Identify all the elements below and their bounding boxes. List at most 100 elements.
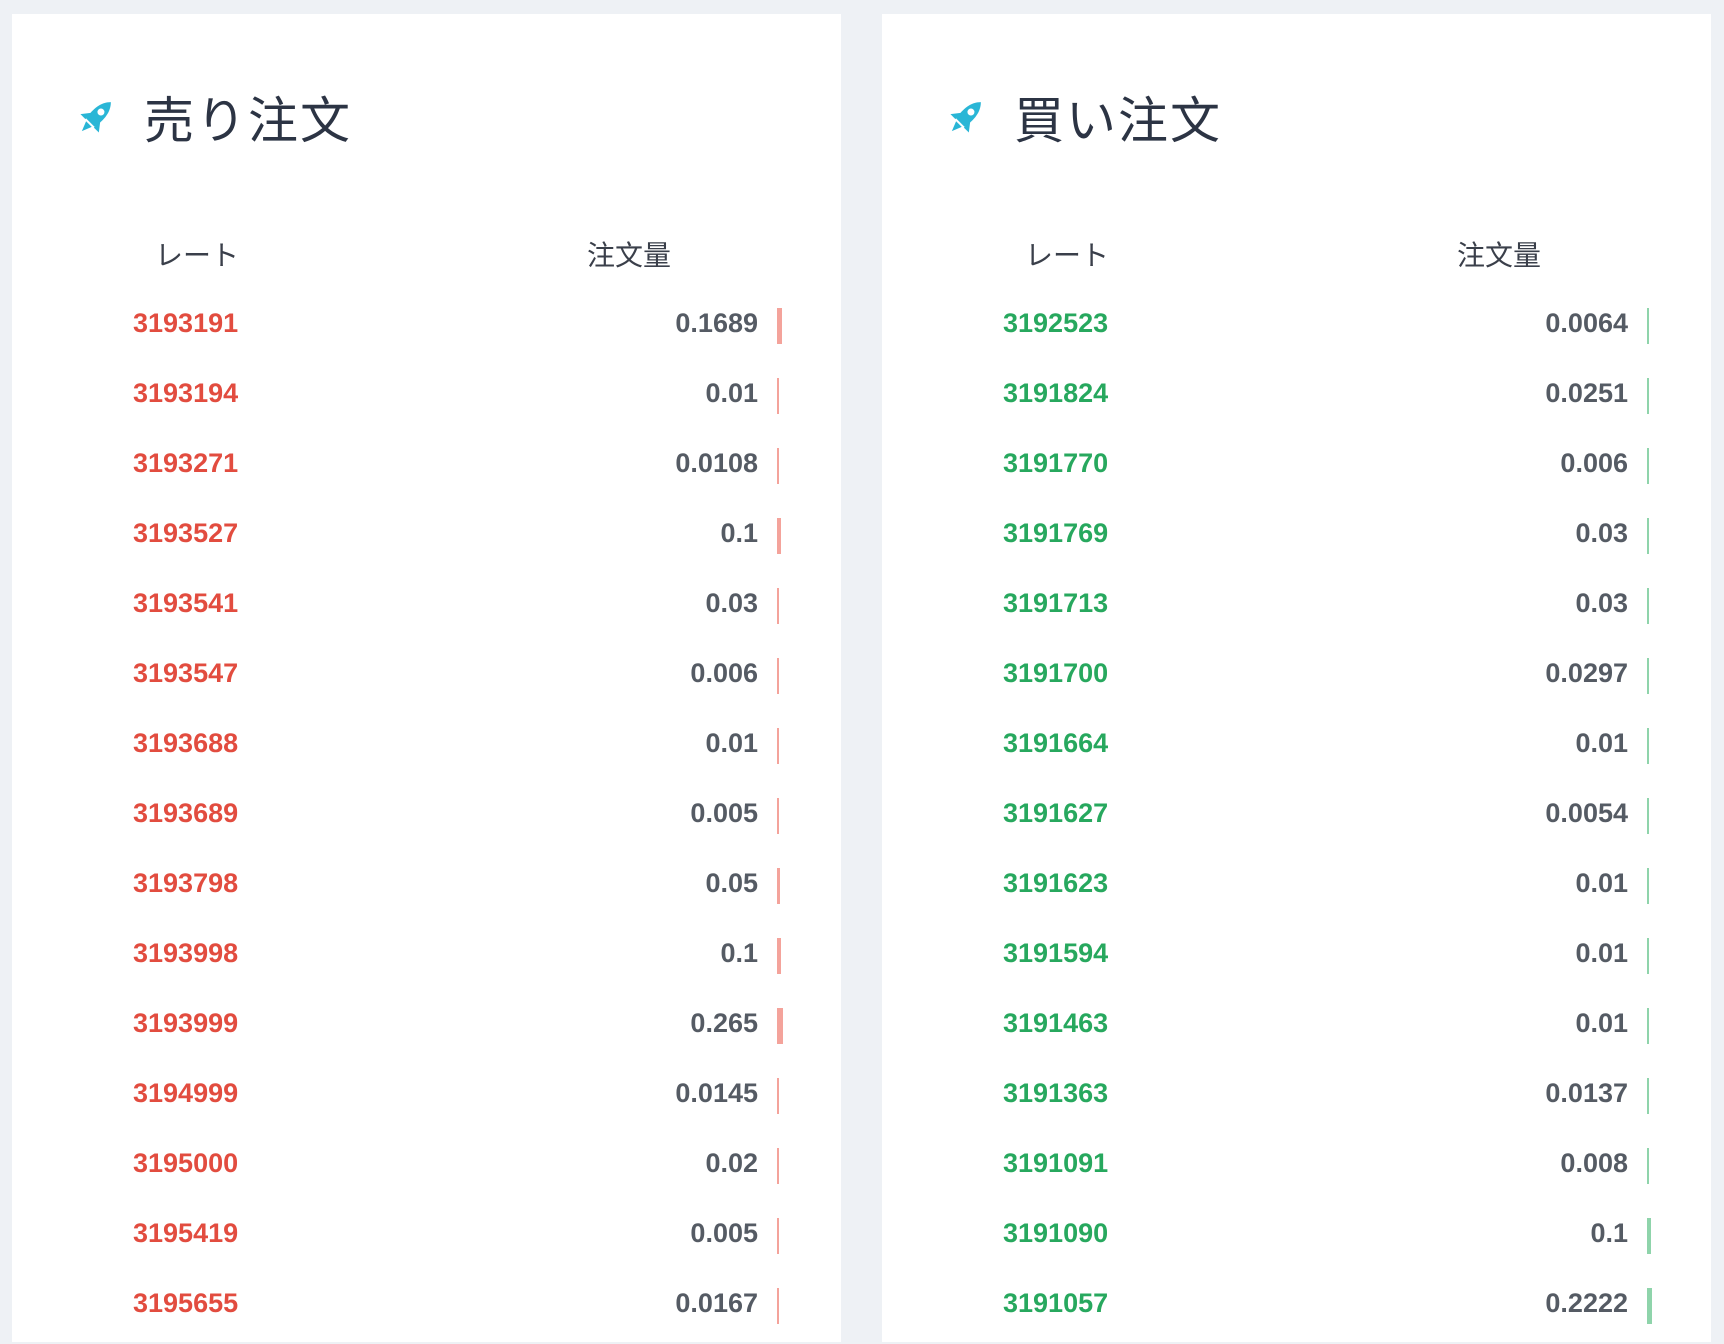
buy-order-rate: 3191700	[1003, 658, 1109, 688]
buy-order-rate: 3191713	[1003, 588, 1109, 618]
sell-order-row[interactable]: 3193271 0.0108	[12, 434, 841, 504]
sell-order-amount: 0.01	[705, 728, 758, 758]
sell-order-row[interactable]: 3195000 0.02	[12, 1134, 841, 1204]
buy-order-amount: 0.0064	[1545, 308, 1628, 338]
buy-order-rate: 3191463	[1003, 1008, 1109, 1038]
sell-volume-bar	[777, 1008, 783, 1044]
sell-volume-bar	[777, 868, 780, 904]
sell-order-rate: 3194999	[133, 1078, 239, 1108]
sell-order-row[interactable]: 3193798 0.05	[12, 854, 841, 924]
sell-order-row[interactable]: 3193194 0.01	[12, 364, 841, 434]
sell-volume-bar	[777, 1148, 779, 1184]
buy-order-row[interactable]: 3191627 0.0054	[882, 784, 1711, 854]
sell-order-row[interactable]: 3195655 0.0167	[12, 1274, 841, 1344]
buy-order-row[interactable]: 3191057 0.2222	[882, 1274, 1711, 1344]
sell-volume-bar	[777, 308, 782, 344]
buy-order-rate: 3191824	[1003, 378, 1109, 408]
sell-order-amount: 0.005	[690, 798, 758, 828]
sell-volume-bar	[777, 448, 779, 484]
sell-order-rate: 3193998	[133, 938, 239, 968]
sell-order-rate: 3193999	[133, 1008, 239, 1038]
sell-order-row[interactable]: 3193688 0.01	[12, 714, 841, 784]
sell-volume-bar	[777, 378, 779, 414]
sell-order-amount: 0.01	[705, 378, 758, 408]
sell-order-rate: 3193688	[133, 728, 239, 758]
sell-order-amount: 0.005	[690, 1218, 758, 1248]
sell-order-rate: 3195655	[133, 1288, 239, 1318]
rocket-icon	[950, 102, 981, 133]
buy-order-amount: 0.0251	[1545, 378, 1628, 408]
sell-amount-column-header: 注文量	[587, 239, 672, 272]
buy-order-rate: 3191091	[1003, 1148, 1109, 1178]
sell-volume-bar	[777, 728, 779, 764]
buy-volume-bar	[1647, 1218, 1651, 1254]
sell-order-row[interactable]: 3193547 0.006	[12, 644, 841, 714]
buy-order-amount: 0.008	[1560, 1148, 1628, 1178]
sell-order-row[interactable]: 3193191 0.1689	[12, 294, 841, 364]
sell-order-amount: 0.1	[720, 518, 758, 548]
buy-volume-bar	[1647, 308, 1649, 344]
buy-volume-bar	[1647, 938, 1649, 974]
sell-order-row[interactable]: 3193999 0.265	[12, 994, 841, 1064]
buy-order-rate: 3191664	[1003, 728, 1109, 758]
buy-order-amount: 0.01	[1575, 1008, 1628, 1038]
sell-order-row[interactable]: 3193527 0.1	[12, 504, 841, 574]
buy-orders-list: 3192523 0.0064 3191824 0.0251 3191770 0.006 31…	[882, 294, 1711, 1344]
sell-order-row[interactable]: 3195419 0.005	[12, 1204, 841, 1274]
sell-volume-bar	[777, 658, 779, 694]
buy-order-rate: 3191057	[1003, 1288, 1109, 1318]
sell-order-row[interactable]: 3193689 0.005	[12, 784, 841, 854]
buy-order-rate: 3191623	[1003, 868, 1109, 898]
buy-order-row[interactable]: 3191713 0.03	[882, 574, 1711, 644]
buy-order-rate: 3191090	[1003, 1218, 1109, 1248]
buy-amount-column-header: 注文量	[1457, 239, 1542, 272]
rocket-icon	[80, 102, 111, 133]
sell-order-rate: 3193191	[133, 308, 239, 338]
buy-order-row[interactable]: 3191770 0.006	[882, 434, 1711, 504]
buy-volume-bar	[1647, 798, 1649, 834]
buy-order-row[interactable]: 3191824 0.0251	[882, 364, 1711, 434]
sell-volume-bar	[777, 938, 781, 974]
sell-order-row[interactable]: 3193541 0.03	[12, 574, 841, 644]
buy-order-amount: 0.0297	[1545, 658, 1628, 688]
buy-order-amount: 0.2222	[1545, 1288, 1628, 1318]
sell-order-rate: 3193194	[133, 378, 239, 408]
buy-order-amount: 0.01	[1575, 728, 1628, 758]
buy-order-row[interactable]: 3191769 0.03	[882, 504, 1711, 574]
buy-order-row[interactable]: 3191594 0.01	[882, 924, 1711, 994]
buy-volume-bar	[1647, 1288, 1652, 1324]
buy-order-rate: 3191594	[1003, 938, 1109, 968]
buy-volume-bar	[1647, 378, 1649, 414]
sell-order-row[interactable]: 3194999 0.0145	[12, 1064, 841, 1134]
sell-order-rate: 3195000	[133, 1148, 239, 1178]
buy-order-rate: 3191363	[1003, 1078, 1109, 1108]
sell-order-rate: 3193527	[133, 518, 239, 548]
buy-order-row[interactable]: 3191700 0.0297	[882, 644, 1711, 714]
buy-order-amount: 0.03	[1575, 518, 1628, 548]
buy-volume-bar	[1647, 448, 1649, 484]
buy-order-row[interactable]: 3191091 0.008	[882, 1134, 1711, 1204]
buy-volume-bar	[1647, 1078, 1649, 1114]
sell-order-rate: 3193547	[133, 658, 239, 688]
sell-order-row[interactable]: 3193998 0.1	[12, 924, 841, 994]
sell-order-amount: 0.02	[705, 1148, 758, 1178]
buy-order-row[interactable]: 3191664 0.01	[882, 714, 1711, 784]
buy-order-row[interactable]: 3192523 0.0064	[882, 294, 1711, 364]
buy-order-rate: 3191770	[1003, 448, 1109, 478]
buy-volume-bar	[1647, 728, 1649, 764]
sell-volume-bar	[777, 1288, 779, 1324]
buy-volume-bar	[1647, 658, 1649, 694]
buy-volume-bar	[1647, 1148, 1649, 1184]
buy-order-row[interactable]: 3191090 0.1	[882, 1204, 1711, 1274]
sell-order-rate: 3193541	[133, 588, 239, 618]
sell-order-amount: 0.265	[690, 1008, 758, 1038]
sell-order-rate: 3193798	[133, 868, 239, 898]
buy-panel-title: 買い注文	[1014, 92, 1222, 150]
buy-order-row[interactable]: 3191463 0.01	[882, 994, 1711, 1064]
buy-order-amount: 0.0054	[1545, 798, 1628, 828]
sell-order-rate: 3193271	[133, 448, 239, 478]
sell-order-amount: 0.0145	[675, 1078, 758, 1108]
buy-order-row[interactable]: 3191623 0.01	[882, 854, 1711, 924]
sell-rate-column-header: レート	[155, 239, 240, 272]
buy-order-row[interactable]: 3191363 0.0137	[882, 1064, 1711, 1134]
